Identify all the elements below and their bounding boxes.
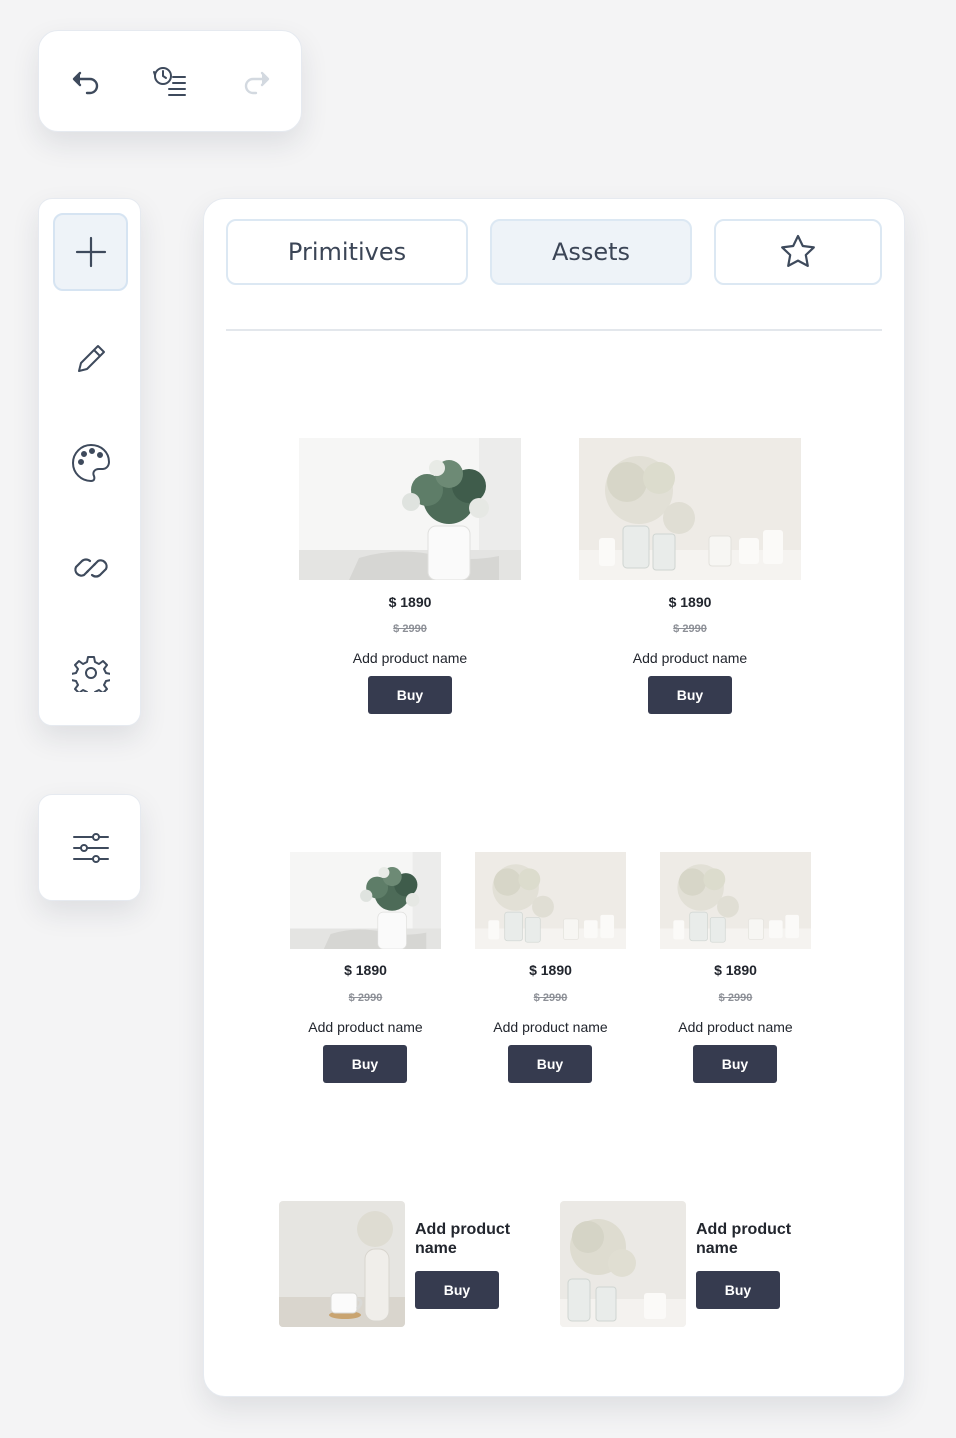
assets-panel: Primitives Assets $ 1890 $ 2990 Add prod… (203, 198, 905, 1397)
product-old-price: $ 2990 (718, 992, 753, 1004)
buy-button[interactable]: Buy (693, 1045, 777, 1083)
product-card: $ 1890 $ 2990 Add product name Buy (290, 852, 441, 1092)
pencil-icon (77, 345, 105, 372)
gear-icon (71, 656, 110, 692)
redo-icon (244, 71, 270, 95)
product-old-price: $ 2990 (673, 623, 707, 635)
buy-button[interactable]: Buy (648, 676, 732, 714)
undo-icon (72, 71, 99, 95)
adjustments-button[interactable] (53, 809, 128, 887)
product-image[interactable] (299, 438, 521, 580)
product-name: Add product name (632, 650, 748, 666)
product-card: $ 1890 $ 2990 Add product name Buy (579, 438, 801, 718)
style-tool-button[interactable] (53, 424, 128, 502)
adjustments-panel (38, 794, 141, 901)
link-tool-button[interactable] (53, 529, 128, 607)
product-name: Add product name (493, 1019, 608, 1035)
product-name: Add product name (352, 650, 468, 666)
settings-tool-button[interactable] (53, 634, 128, 712)
product-name: Add product name (696, 1221, 792, 1257)
product-card: $ 1890 $ 2990 Add product name Buy (660, 852, 811, 1092)
buy-button[interactable]: Buy (323, 1045, 407, 1083)
product-old-price: $ 2990 (393, 623, 427, 635)
product-price: $ 1890 (344, 962, 387, 978)
tabs-divider (226, 329, 882, 331)
buy-button[interactable]: Buy (415, 1271, 499, 1309)
add-tool-button[interactable] (53, 213, 128, 291)
draw-tool-button[interactable] (53, 319, 128, 397)
sliders-icon (72, 833, 109, 863)
product-card-horizontal: Add product name Buy (279, 1201, 529, 1329)
redo-button[interactable] (235, 61, 279, 105)
tab-primitives[interactable]: Primitives (226, 219, 468, 285)
tool-sidebar (38, 198, 141, 726)
buy-button[interactable]: Buy (696, 1271, 780, 1309)
history-icon (153, 67, 186, 96)
product-price: $ 1890 (529, 962, 572, 978)
product-image[interactable] (579, 438, 801, 580)
product-name: Add product name (415, 1221, 511, 1257)
product-image[interactable] (475, 852, 626, 949)
product-name: Add product name (308, 1019, 423, 1035)
buy-button[interactable]: Buy (368, 676, 452, 714)
link-icon (73, 558, 108, 578)
palette-icon (71, 443, 110, 483)
tab-assets[interactable]: Assets (490, 219, 692, 285)
product-card: $ 1890 $ 2990 Add product name Buy (475, 852, 626, 1092)
product-price: $ 1890 (668, 594, 712, 610)
product-card-horizontal: Add product name Buy (560, 1201, 810, 1329)
product-name: Add product name (678, 1019, 793, 1035)
tab-favorites[interactable] (714, 219, 882, 285)
product-image[interactable] (290, 852, 441, 949)
product-price: $ 1890 (714, 962, 757, 978)
history-toolbar (38, 30, 302, 132)
history-button[interactable] (147, 61, 191, 105)
product-image[interactable] (560, 1201, 686, 1327)
plus-icon (75, 236, 106, 268)
product-image[interactable] (279, 1201, 405, 1327)
product-image[interactable] (660, 852, 811, 949)
product-price: $ 1890 (388, 594, 432, 610)
star-icon (781, 234, 815, 267)
product-old-price: $ 2990 (533, 992, 568, 1004)
product-old-price: $ 2990 (348, 992, 383, 1004)
buy-button[interactable]: Buy (508, 1045, 592, 1083)
undo-button[interactable] (63, 61, 107, 105)
product-card: $ 1890 $ 2990 Add product name Buy (299, 438, 521, 718)
